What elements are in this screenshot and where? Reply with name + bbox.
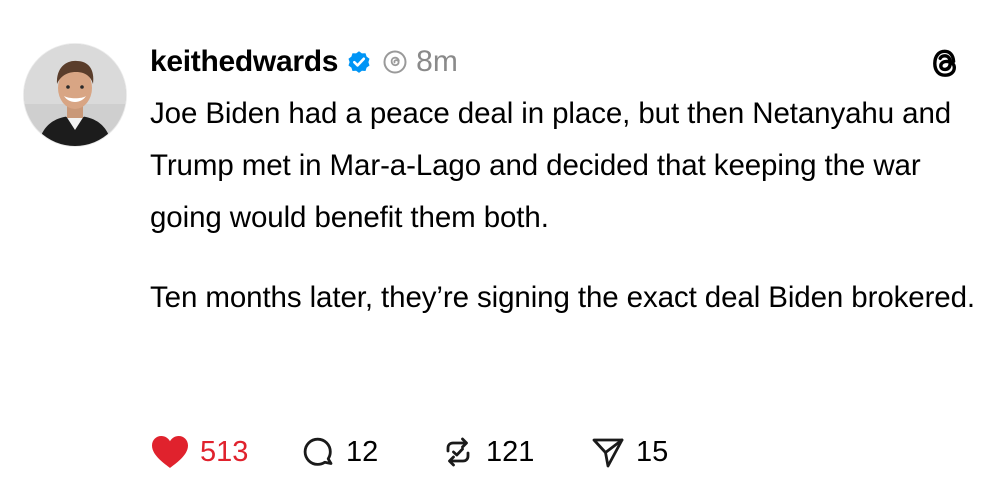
post-time: 8m [416,45,458,78]
threads-reply-icon [382,49,408,75]
post-paragraph: Ten months later, they’re signing the ex… [150,281,976,314]
repost-icon [440,434,476,470]
username[interactable]: keithedwards [150,45,338,79]
threads-logo-icon[interactable] [926,44,964,82]
like-count: 513 [200,435,249,468]
share-count: 15 [636,435,669,468]
profile-photo [24,44,126,146]
comment-bubble-icon [300,434,336,470]
avatar[interactable] [24,44,126,146]
repost-button[interactable]: 121 [440,428,590,476]
comment-button[interactable]: 12 [300,428,440,476]
action-bar: 513 12 121 15 [150,428,710,476]
heart-filled-icon [150,434,190,470]
share-button[interactable]: 15 [590,428,710,476]
comment-count: 12 [346,435,379,468]
post-header: keithedwards 8m [150,40,458,84]
send-icon [590,434,626,470]
post-body: Joe Biden had a peace deal in place, but… [150,88,980,352]
verified-badge-icon [346,49,372,75]
thread-post: keithedwards 8m Joe Biden had a peace de… [0,0,1000,500]
post-paragraph: Joe Biden had a peace deal in place, but… [150,97,952,234]
like-button[interactable]: 513 [150,428,300,476]
repost-count: 121 [486,435,535,468]
